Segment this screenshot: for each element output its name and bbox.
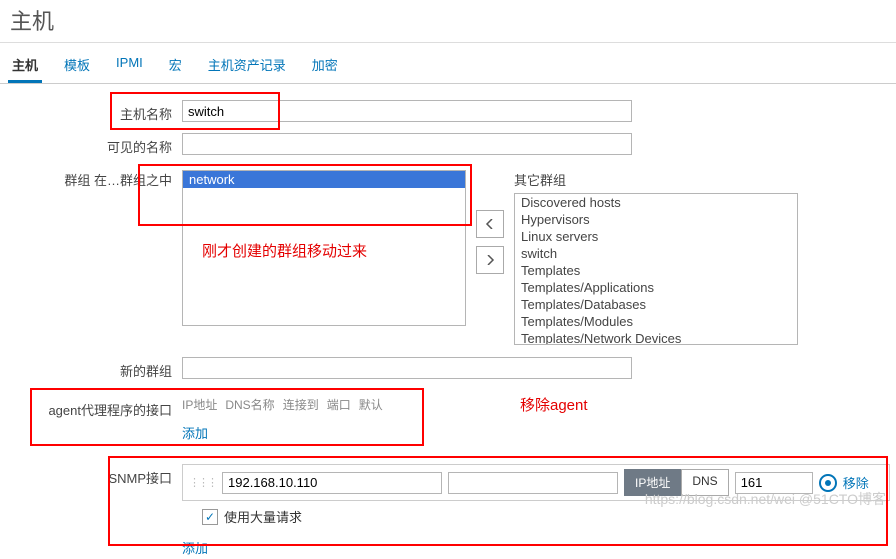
- agent-header-default: 默认: [359, 396, 383, 413]
- other-groups-option[interactable]: Templates: [515, 262, 797, 279]
- agent-add-link[interactable]: 添加: [182, 426, 208, 441]
- other-groups-option[interactable]: Linux servers: [515, 228, 797, 245]
- tab-host[interactable]: 主机: [8, 49, 42, 83]
- agent-header-conn: 连接到: [283, 396, 319, 413]
- label-agent-if: agent代理程序的接口: [0, 396, 182, 419]
- page-title: 主机: [0, 0, 896, 43]
- other-groups-option[interactable]: Hypervisors: [515, 211, 797, 228]
- label-new-group: 新的群组: [0, 357, 182, 380]
- label-snmp-if: SNMP接口: [0, 464, 182, 487]
- tabs: 主机 模板 IPMI 宏 主机资产记录 加密: [0, 43, 896, 84]
- label-host-name: 主机名称: [0, 100, 182, 123]
- other-groups-listbox[interactable]: Discovered hosts Hypervisors Linux serve…: [514, 193, 798, 345]
- snmp-remove-link[interactable]: 移除: [843, 473, 869, 492]
- snmp-dns-input[interactable]: [448, 472, 618, 494]
- tab-ipmi[interactable]: IPMI: [112, 49, 147, 83]
- other-groups-option[interactable]: Templates/Databases: [515, 296, 797, 313]
- use-bulk-checkbox[interactable]: ✓: [202, 509, 218, 525]
- chevron-left-icon: [485, 219, 495, 229]
- snmp-default-radio[interactable]: [819, 474, 837, 492]
- other-groups-option[interactable]: switch: [515, 245, 797, 262]
- tab-encryption[interactable]: 加密: [308, 49, 342, 83]
- tab-macros[interactable]: 宏: [165, 49, 186, 83]
- conn-dns-button[interactable]: DNS: [681, 469, 728, 496]
- other-groups-option[interactable]: Templates/Modules: [515, 313, 797, 330]
- visible-name-input[interactable]: [182, 133, 632, 155]
- agent-header-port: 端口: [327, 396, 351, 413]
- other-groups-option[interactable]: Templates/Network Devices: [515, 330, 797, 345]
- snmp-port-input[interactable]: [735, 472, 813, 494]
- move-right-button[interactable]: [476, 246, 504, 274]
- annotation-move-group: 刚才创建的群组移动过来: [202, 240, 367, 261]
- other-groups-option[interactable]: Templates/Applications: [515, 279, 797, 296]
- label-other-groups: 其它群组: [514, 170, 798, 189]
- tab-templates[interactable]: 模板: [60, 49, 94, 83]
- in-groups-option[interactable]: network: [183, 171, 465, 188]
- agent-header-ip: IP地址: [182, 396, 217, 413]
- snmp-ip-input[interactable]: [222, 472, 442, 494]
- conn-ip-button[interactable]: IP地址: [624, 469, 681, 496]
- chevron-right-icon: [485, 255, 495, 265]
- agent-header-dns: DNS名称: [225, 396, 274, 413]
- label-in-groups: 群组 在…群组之中: [0, 170, 182, 189]
- new-group-input[interactable]: [182, 357, 632, 379]
- host-name-input[interactable]: [182, 100, 632, 122]
- snmp-row: ⋮⋮⋮ IP地址 DNS 移除: [182, 464, 890, 501]
- drag-handle-icon[interactable]: ⋮⋮⋮: [189, 476, 216, 489]
- other-groups-option[interactable]: Discovered hosts: [515, 194, 797, 211]
- use-bulk-label: 使用大量请求: [224, 507, 302, 526]
- tab-inventory[interactable]: 主机资产记录: [204, 49, 290, 83]
- annotation-remove-agent: 移除agent: [520, 394, 588, 415]
- move-left-button[interactable]: [476, 210, 504, 238]
- label-visible-name: 可见的名称: [0, 133, 182, 156]
